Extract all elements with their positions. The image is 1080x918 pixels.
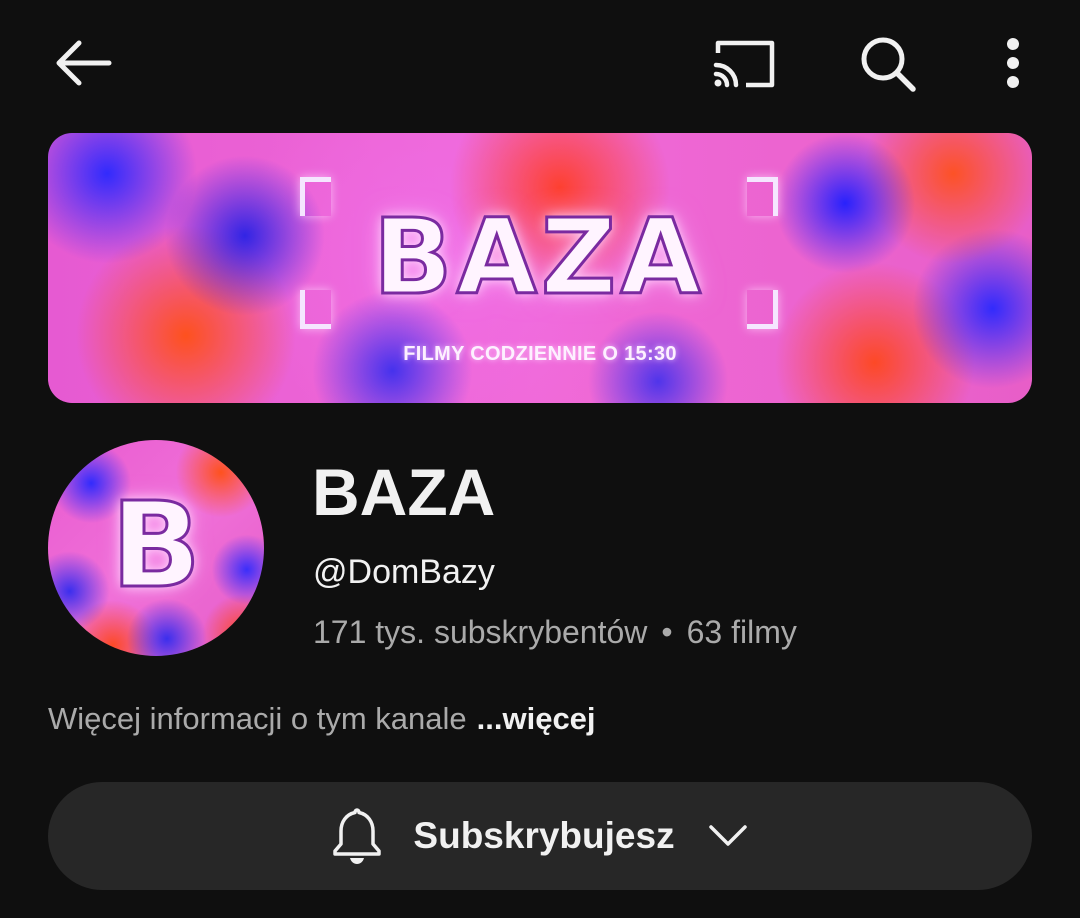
avatar-letter: B (110, 476, 203, 614)
search-icon (861, 37, 916, 92)
back-button[interactable] (48, 28, 118, 98)
subscriber-count: 171 tys. subskrybentów (313, 614, 648, 650)
cast-button[interactable] (704, 28, 784, 98)
channel-avatar[interactable]: B (48, 440, 264, 656)
cast-icon (713, 40, 775, 88)
bell-icon (329, 805, 385, 867)
more-link[interactable]: ...więcej (477, 701, 596, 736)
more-vertical-icon (1007, 38, 1019, 88)
subscribe-label: Subskrybujesz (413, 815, 675, 856)
channel-description[interactable]: Więcej informacji o tym kanale ...więcej (48, 697, 596, 741)
video-count: 63 filmy (686, 614, 797, 650)
channel-name: BAZA (312, 455, 496, 529)
channel-banner: BAZA FILMY CODZIENNIE O 15:30 (48, 133, 1032, 403)
subscribed-button[interactable]: Subskrybujesz (48, 782, 1032, 890)
banner-subtitle: FILMY CODZIENNIE O 15:30 (403, 343, 677, 365)
banner-title: BAZA (372, 196, 705, 318)
channel-handle: @DomBazy (313, 553, 495, 591)
stats-separator: • (661, 614, 673, 650)
channel-stats: 171 tys. subskrybentów • 63 filmy (313, 610, 797, 654)
description-text: Więcej informacji o tym kanale (48, 701, 467, 736)
arrow-left-icon (56, 40, 112, 86)
more-options-button[interactable] (990, 28, 1036, 98)
chevron-down-icon (705, 813, 751, 859)
banner-frame: BAZA (300, 177, 778, 329)
search-button[interactable] (850, 26, 926, 102)
